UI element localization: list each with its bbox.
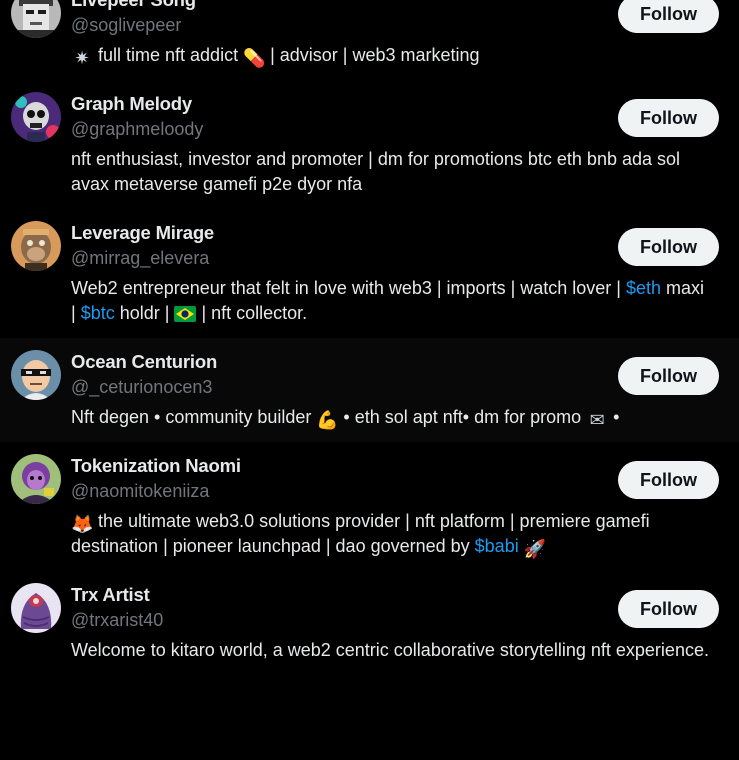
rocket-icon: 🚀 [523,539,547,559]
follow-button[interactable]: Follow [618,357,719,395]
pixel-punk-avatar[interactable] [11,0,61,38]
sparkle-icon: ✷ [74,48,90,68]
ape-avatar[interactable] [11,221,61,271]
user-cell[interactable]: Tokenization Naomi @naomitokeniiza 🦊 the… [0,442,739,571]
flexed-biceps-icon: 💪 [316,410,339,430]
user-cell[interactable]: Ocean Centurion @_ceturionocen3 Nft dege… [0,338,739,442]
cashtag-link[interactable]: $btc [81,303,115,323]
pill-icon: 💊 [243,48,266,68]
bio-text: | nft collector. [196,303,308,323]
bio-text: full time nft addict [93,45,244,65]
bio-text: holdr | [114,303,175,323]
user-bio: ✷ full time nft addict 💊 | advisor | web… [71,43,719,68]
brazil-flag-icon [174,306,197,324]
bio-text: nft enthusiast, investor and promoter | … [71,149,681,194]
user-bio: 🦊 the ultimate web3.0 solutions provider… [71,509,719,559]
follow-button[interactable]: Follow [618,0,719,33]
user-cell[interactable]: Livepeer Song @soglivepeer ✷ full time n… [0,0,739,80]
envelope-icon: ✉ [589,410,605,430]
cashtag-link[interactable]: $eth [626,278,661,298]
bio-text: | advisor | web3 marketing [265,45,480,65]
bio-text: • [608,407,620,427]
cashtag-link[interactable]: $babi [475,536,519,556]
bio-text: Welcome to kitaro world, a web2 centric … [71,640,709,660]
fox-icon: 🦊 [71,514,94,534]
user-cell[interactable]: Graph Melody @graphmeloody nft enthusias… [0,80,739,209]
bio-text: Web2 entrepreneur that felt in love with… [71,278,626,298]
purple-character-avatar[interactable] [11,454,61,504]
user-cell[interactable]: Trx Artist @trxarist40 Welcome to kitaro… [0,571,739,675]
skull-avatar[interactable] [11,92,61,142]
bio-text: Nft degen • community builder [71,407,317,427]
purple-blob-avatar[interactable] [11,583,61,633]
user-bio: Web2 entrepreneur that felt in love with… [71,276,719,326]
follow-button[interactable]: Follow [618,99,719,137]
who-to-follow-list: Livepeer Song @soglivepeer ✷ full time n… [0,0,739,675]
bio-text: the ultimate web3.0 solutions provider |… [71,511,650,556]
user-bio: Nft degen • community builder 💪 • eth so… [71,405,719,430]
user-bio: nft enthusiast, investor and promoter | … [71,147,719,197]
follow-button[interactable]: Follow [618,228,719,266]
user-bio: Welcome to kitaro world, a web2 centric … [71,638,719,663]
bio-text: • eth sol apt nft• dm for promo [338,407,587,427]
masked-character-avatar[interactable] [11,350,61,400]
follow-button[interactable]: Follow [618,461,719,499]
follow-button[interactable]: Follow [618,590,719,628]
user-cell[interactable]: Leverage Mirage @mirrag_elevera Web2 ent… [0,209,739,338]
